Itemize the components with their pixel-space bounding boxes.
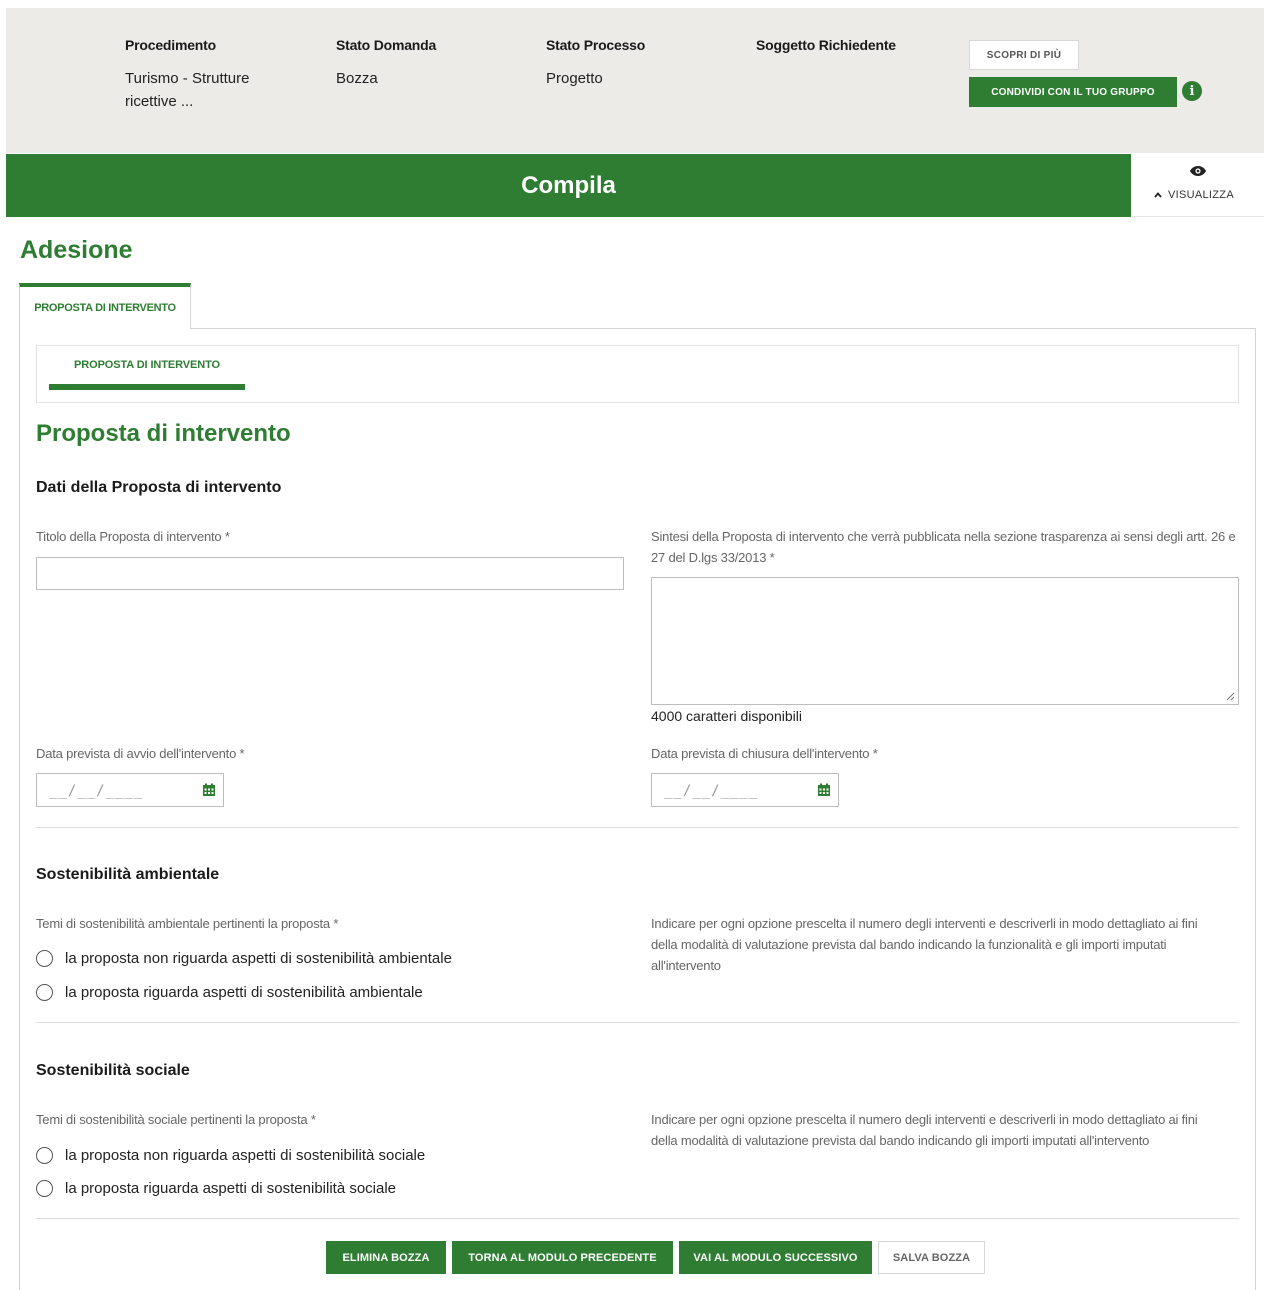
sociale-option-no-label: la proposta non riguarda aspetti di sost… <box>65 1147 426 1164</box>
ambientale-heading: Sostenibilità ambientale <box>36 866 220 883</box>
subtab-proposta-di-intervento[interactable]: PROPOSTA DI INTERVENTO <box>49 346 245 390</box>
chiusura-date-placeholder: __/__/____ <box>664 783 759 799</box>
ambientale-option-yes-label: la proposta riguarda aspetti di sostenib… <box>65 984 423 1001</box>
calendar-icon[interactable] <box>202 783 216 797</box>
dati-heading: Dati della Proposta di intervento <box>36 479 282 496</box>
view-toggle-label: VISUALIZZA <box>1168 189 1234 201</box>
header-value-stato-processo: Progetto <box>546 70 603 87</box>
eye-icon <box>1190 166 1206 176</box>
header-label-stato-processo: Stato Processo <box>546 37 646 53</box>
ambientale-option-yes[interactable]: la proposta riguarda aspetti di sostenib… <box>36 984 423 1001</box>
sociale-option-yes-label: la proposta riguarda aspetti di sostenib… <box>65 1180 397 1197</box>
avvio-date-placeholder: __/__/____ <box>49 783 144 799</box>
divider <box>36 1022 1239 1023</box>
header-col-procedimento: Procedimento Turismo - Strutture ricetti… <box>125 37 285 113</box>
header-col-stato-processo: Stato Processo Progetto <box>546 37 706 90</box>
info-icon[interactable]: i <box>1182 81 1202 101</box>
ambientale-help: Indicare per ogni opzione prescelta il n… <box>651 916 1198 973</box>
previous-module-button[interactable]: TORNA AL MODULO PRECEDENTE <box>452 1241 673 1274</box>
sintesi-label: Sintesi della Proposta di intervento che… <box>651 529 1236 565</box>
procedure-header: Procedimento Turismo - Strutture ricetti… <box>6 8 1264 153</box>
subtab-bar: PROPOSTA DI INTERVENTO <box>36 345 1239 403</box>
ambientale-question: Temi di sostenibilità ambientale pertine… <box>36 916 339 931</box>
sintesi-char-counter: 4000 caratteri disponibili <box>651 708 802 724</box>
page-title: Adesione <box>20 236 133 264</box>
sociale-question: Temi di sostenibilità sociale pertinenti… <box>36 1112 316 1127</box>
chevron-up-icon <box>1154 192 1162 198</box>
sintesi-textarea[interactable] <box>651 577 1239 705</box>
header-label-procedimento: Procedimento <box>125 37 216 53</box>
header-label-soggetto: Soggetto Richiedente <box>756 37 896 53</box>
divider <box>36 827 1239 828</box>
radio-button[interactable] <box>36 1147 53 1164</box>
compile-banner: Compila <box>6 154 1131 217</box>
ambientale-option-no[interactable]: la proposta non riguarda aspetti di sost… <box>36 950 452 967</box>
header-value-procedimento: Turismo - Strutture ricettive ... <box>125 70 250 110</box>
avvio-date-input[interactable]: __/__/____ <box>36 773 224 807</box>
chiusura-label: Data prevista di chiusura dell'intervent… <box>651 746 878 761</box>
share-with-group-button[interactable]: CONDIVIDI CON IL TUO GRUPPO <box>969 77 1177 107</box>
view-toggle-label-wrap: VISUALIZZA <box>1154 189 1234 201</box>
sociale-heading: Sostenibilità sociale <box>36 1062 190 1079</box>
header-label-stato-domanda: Stato Domanda <box>336 37 437 53</box>
resize-grip-icon[interactable] <box>1226 692 1235 701</box>
ambientale-option-no-label: la proposta non riguarda aspetti di sost… <box>65 950 452 967</box>
header-value-stato-domanda: Bozza <box>336 70 378 87</box>
header-col-stato-domanda: Stato Domanda Bozza <box>336 37 496 90</box>
save-draft-button[interactable]: SALVA BOZZA <box>878 1241 985 1274</box>
section-title: Proposta di intervento <box>36 420 291 447</box>
divider <box>36 1218 1239 1219</box>
banner-title: Compila <box>521 171 616 199</box>
radio-button[interactable] <box>36 1180 53 1197</box>
discover-more-button[interactable]: SCOPRI DI PIÙ <box>969 40 1079 70</box>
titolo-input[interactable] <box>36 557 624 590</box>
next-module-button[interactable]: VAI AL MODULO SUCCESSIVO <box>679 1241 872 1274</box>
view-toggle-button[interactable]: VISUALIZZA <box>1132 154 1264 217</box>
chiusura-date-input[interactable]: __/__/____ <box>651 773 839 807</box>
delete-draft-button[interactable]: ELIMINA BOZZA <box>326 1241 446 1274</box>
radio-button[interactable] <box>36 950 53 967</box>
sociale-option-yes[interactable]: la proposta riguarda aspetti di sostenib… <box>36 1180 396 1197</box>
sociale-option-no[interactable]: la proposta non riguarda aspetti di sost… <box>36 1147 425 1164</box>
calendar-icon[interactable] <box>817 783 831 797</box>
titolo-label: Titolo della Proposta di intervento * <box>36 529 230 544</box>
sociale-help: Indicare per ogni opzione prescelta il n… <box>651 1112 1198 1148</box>
header-col-soggetto: Soggetto Richiedente <box>756 37 916 67</box>
tab-proposta-di-intervento[interactable]: PROPOSTA DI INTERVENTO <box>19 283 191 329</box>
avvio-label: Data prevista di avvio dell'intervento * <box>36 746 245 761</box>
radio-button[interactable] <box>36 984 53 1001</box>
